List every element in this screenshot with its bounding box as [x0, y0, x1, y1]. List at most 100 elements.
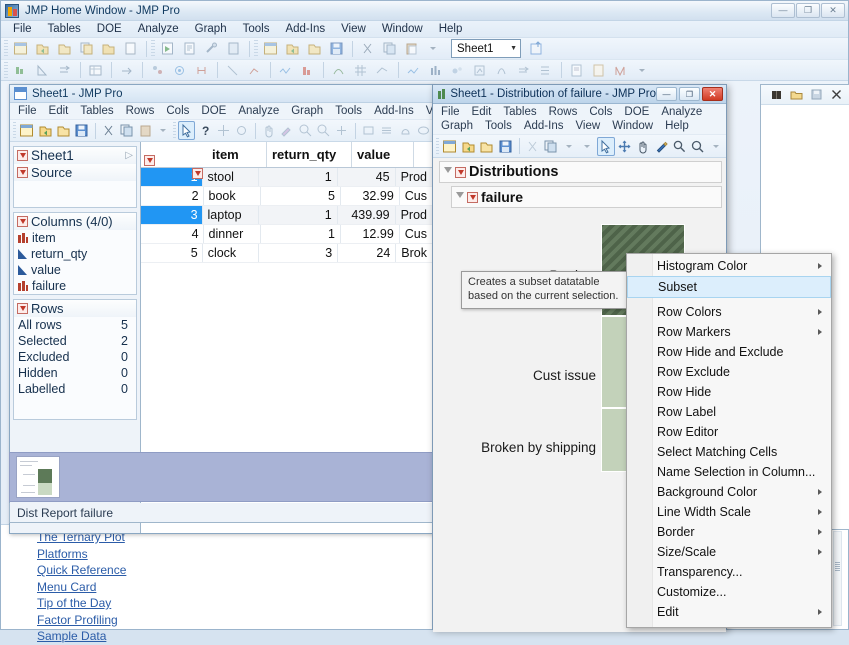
toolbar-grip2[interactable]: [151, 40, 155, 57]
lines-icon[interactable]: [378, 121, 395, 140]
table-row[interactable]: 3 laptop 1 439.99 Prod: [141, 206, 433, 225]
menu-item-row-exclude[interactable]: Row Exclude: [627, 362, 831, 382]
magnifier-icon[interactable]: [315, 121, 332, 140]
cell-item[interactable]: clock: [203, 244, 259, 262]
menu-item-subset[interactable]: Subset: [627, 276, 831, 298]
home-menu-view[interactable]: View: [333, 22, 374, 36]
cell-return-qty[interactable]: 5: [261, 187, 341, 205]
dist-close-button[interactable]: ✕: [702, 87, 723, 101]
row-number[interactable]: 2: [141, 187, 204, 205]
dw-menu-doe[interactable]: DOE: [618, 105, 655, 119]
script-window-icon[interactable]: [223, 39, 244, 58]
home-close-button[interactable]: ✕: [821, 3, 845, 18]
column-item-return-qty[interactable]: return_qty: [14, 246, 136, 262]
open-file-icon[interactable]: [54, 39, 75, 58]
dw-zoom-icon[interactable]: [671, 137, 688, 156]
dt-paste-icon[interactable]: [137, 121, 154, 140]
zoom-out-icon[interactable]: [297, 121, 314, 140]
copy-icon[interactable]: [76, 39, 97, 58]
cell-item[interactable]: book: [204, 187, 261, 205]
dt-menu-analyze[interactable]: Analyze: [232, 104, 285, 118]
column-header-return-qty[interactable]: return_qty: [267, 142, 352, 167]
dw-menu-graph[interactable]: Graph: [435, 119, 479, 133]
dw-menu-rows[interactable]: Rows: [543, 105, 584, 119]
cell-failure[interactable]: Brok: [396, 244, 433, 262]
column-header-item[interactable]: item: [207, 142, 267, 167]
parallel-plot-icon[interactable]: [491, 61, 512, 80]
disclosure-triangle-icon[interactable]: [456, 192, 464, 202]
rows-header-row[interactable]: Rows: [14, 300, 136, 317]
dt-menu-file[interactable]: File: [12, 104, 43, 118]
dt-menu-addins[interactable]: Add-Ins: [368, 104, 420, 118]
column-header-value[interactable]: value: [352, 142, 414, 167]
dw-cut-icon[interactable]: [524, 137, 541, 156]
new-journal-icon[interactable]: [179, 39, 200, 58]
open-datatable-icon[interactable]: [526, 39, 547, 58]
menu-item-row-label[interactable]: Row Label: [627, 402, 831, 422]
disclosure-triangle-icon[interactable]: [444, 167, 452, 177]
menu-item-histogram-color[interactable]: Histogram Color: [627, 256, 831, 276]
dw-overflow1-icon[interactable]: [560, 137, 577, 156]
dw-brush-paint-icon[interactable]: [652, 137, 669, 156]
dw-copy-icon[interactable]: [542, 137, 559, 156]
columns-header-row[interactable]: Columns (4/0): [14, 213, 136, 230]
home-menu-graph[interactable]: Graph: [187, 22, 235, 36]
home-links-scrollbar[interactable]: [833, 531, 842, 626]
toolbar2-overflow-icon[interactable]: [632, 61, 653, 80]
cluster-icon[interactable]: [169, 61, 190, 80]
menu-item-transparency[interactable]: Transparency...: [627, 562, 831, 582]
menu-item-edit[interactable]: Edit: [627, 602, 831, 622]
brush-select-icon[interactable]: [233, 121, 250, 140]
row-number[interactable]: 4: [141, 225, 204, 243]
dt-copy-icon[interactable]: [118, 121, 135, 140]
home-menu-window[interactable]: Window: [374, 22, 431, 36]
dw-crosshair-icon[interactable]: [616, 137, 633, 156]
home-menu-analyze[interactable]: Analyze: [130, 22, 187, 36]
table-row[interactable]: 5 clock 3 24 Brok: [141, 244, 433, 263]
cell-value[interactable]: 32.99: [341, 187, 400, 205]
cell-return-qty[interactable]: 3: [259, 244, 339, 262]
dw-overflow2-icon[interactable]: [579, 137, 596, 156]
column-item-value[interactable]: value: [14, 262, 136, 278]
dw-menu-help[interactable]: Help: [659, 119, 695, 133]
menu-item-line-width-scale[interactable]: Line Width Scale: [627, 502, 831, 522]
failure-red-triangle-icon[interactable]: [467, 191, 478, 203]
menu-item-row-hide-and-exclude[interactable]: Row Hide and Exclude: [627, 342, 831, 362]
dist-minimize-button[interactable]: —: [656, 87, 677, 101]
toolbar-overflow-icon[interactable]: [423, 39, 444, 58]
surface-plot-icon[interactable]: [372, 61, 393, 80]
menu-item-background-color[interactable]: Background Color: [627, 482, 831, 502]
rows-red-triangle-icon[interactable]: [17, 303, 28, 314]
dt-menu-view[interactable]: View: [420, 104, 433, 118]
dt-toolbar-grip[interactable]: [13, 122, 17, 139]
dt-toolbar-grip2[interactable]: [173, 122, 177, 139]
capability-icon[interactable]: [610, 61, 631, 80]
matched-pairs-icon[interactable]: [54, 61, 75, 80]
book-icon[interactable]: [769, 88, 783, 102]
dw-magnifier-icon[interactable]: [689, 137, 706, 156]
dw-menu-addins[interactable]: Add-Ins: [518, 119, 570, 133]
cell-item[interactable]: laptop: [203, 206, 259, 224]
cell-failure[interactable]: Prod: [396, 168, 433, 186]
dw-toolbar-grip[interactable]: [436, 137, 440, 155]
help-question-icon[interactable]: ?: [196, 121, 213, 140]
expand-arrow-icon[interactable]: ▷: [125, 150, 133, 161]
save-icon[interactable]: [326, 39, 347, 58]
table-row[interactable]: 2 book 5 32.99 Cus: [141, 187, 433, 206]
cell-value[interactable]: 45: [338, 168, 396, 186]
dt-save-icon[interactable]: [73, 121, 90, 140]
menu-item-row-colors[interactable]: Row Colors: [627, 302, 831, 322]
dt-menu-tables[interactable]: Tables: [74, 104, 119, 118]
paste-icon[interactable]: [401, 39, 422, 58]
cell-item[interactable]: stool: [203, 168, 259, 186]
cell-return-qty[interactable]: 1: [259, 168, 338, 186]
new-table2-icon[interactable]: [260, 39, 281, 58]
red-triangle-icon[interactable]: [17, 150, 28, 161]
table-name-row[interactable]: Sheet1 ▷: [14, 147, 136, 164]
distribution-icon[interactable]: [10, 61, 31, 80]
dw-save-icon[interactable]: [496, 137, 513, 156]
dw-open-recent-icon[interactable]: [460, 137, 477, 156]
cell-failure[interactable]: Prod: [396, 206, 433, 224]
close-icon[interactable]: [829, 88, 843, 102]
cell-failure[interactable]: Cus: [400, 225, 433, 243]
